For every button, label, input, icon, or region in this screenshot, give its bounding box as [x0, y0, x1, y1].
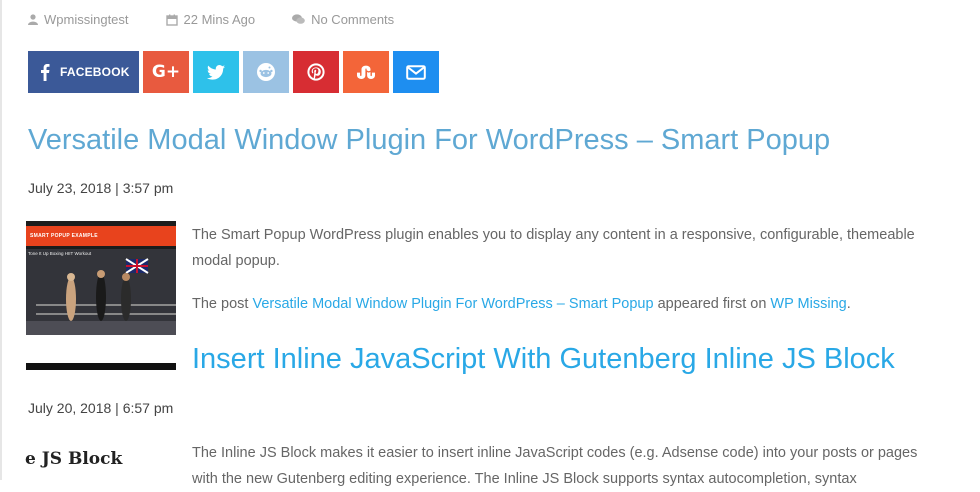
post-thumbnail-text[interactable]: e JS Block [25, 449, 122, 469]
source-prefix: The post [192, 296, 249, 312]
video-scene-image [26, 249, 176, 335]
reddit-share-button[interactable] [243, 51, 289, 93]
time-meta: 22 Mins Ago [165, 12, 256, 27]
post-title-link[interactable]: Versatile Modal Window Plugin For WordPr… [28, 124, 830, 156]
twitter-icon [207, 64, 225, 80]
calendar-icon [165, 14, 178, 26]
source-middle: appeared first on [657, 296, 767, 312]
thumbnail-banner: SMART POPUP EXAMPLE [26, 226, 176, 246]
facebook-icon [41, 64, 50, 81]
author-meta[interactable]: Wpmissingtest [28, 12, 129, 27]
thumbnail-video-title: Tone It Up Boxing HIIT Workout [28, 251, 92, 256]
pinterest-icon [307, 63, 325, 81]
post-excerpt: The Inline JS Block makes it easier to i… [192, 440, 980, 492]
google-plus-share-button[interactable]: G+ [143, 51, 189, 93]
thumbnail-video-frame [26, 249, 176, 335]
facebook-label: FACEBOOK [60, 65, 130, 79]
pinterest-share-button[interactable] [293, 51, 339, 93]
excerpt-line: modal popup. [192, 253, 280, 269]
comments-icon [292, 14, 305, 24]
excerpt-line: The Smart Popup WordPress plugin enables… [192, 227, 915, 243]
source-post-link[interactable]: Versatile Modal Window Plugin For WordPr… [252, 296, 653, 312]
excerpt-line: with the new Gutenberg editing experienc… [192, 471, 857, 487]
share-buttons: FACEBOOK G+ [28, 51, 443, 93]
comments-count[interactable]: No Comments [311, 12, 394, 27]
reddit-icon [257, 63, 275, 81]
comments-meta[interactable]: No Comments [292, 12, 394, 27]
stumbleupon-share-button[interactable] [343, 51, 389, 93]
envelope-icon [406, 64, 426, 80]
source-end: . [846, 296, 851, 312]
post-title-link[interactable]: Insert Inline JavaScript With Gutenberg … [192, 343, 895, 375]
post-thumbnail[interactable]: SMART POPUP EXAMPLE Tone It Up Boxing HI… [26, 221, 176, 335]
post-date: July 20, 2018 | 6:57 pm [28, 400, 174, 416]
post-meta: Wpmissingtest 22 Mins Ago No Comments [28, 12, 431, 27]
google-plus-icon: G+ [151, 62, 181, 82]
stumbleupon-icon [357, 65, 375, 79]
time-ago: 22 Mins Ago [183, 12, 256, 27]
post-thumbnail[interactable] [26, 363, 176, 370]
post-date: July 23, 2018 | 3:57 pm [28, 180, 174, 196]
post-source-line: The post Versatile Modal Window Plugin F… [192, 296, 851, 312]
post-title: Insert Inline JavaScript With Gutenberg … [192, 343, 895, 376]
post-excerpt: The Smart Popup WordPress plugin enables… [192, 222, 980, 274]
post-title: Versatile Modal Window Plugin For WordPr… [28, 124, 830, 157]
facebook-share-button[interactable]: FACEBOOK [28, 51, 139, 93]
excerpt-line: The Inline JS Block makes it easier to i… [192, 445, 918, 461]
author-name[interactable]: Wpmissingtest [44, 12, 129, 27]
user-icon [28, 14, 38, 25]
email-share-button[interactable] [393, 51, 439, 93]
source-site-link[interactable]: WP Missing [770, 296, 846, 312]
left-divider [0, 0, 2, 480]
twitter-share-button[interactable] [193, 51, 239, 93]
